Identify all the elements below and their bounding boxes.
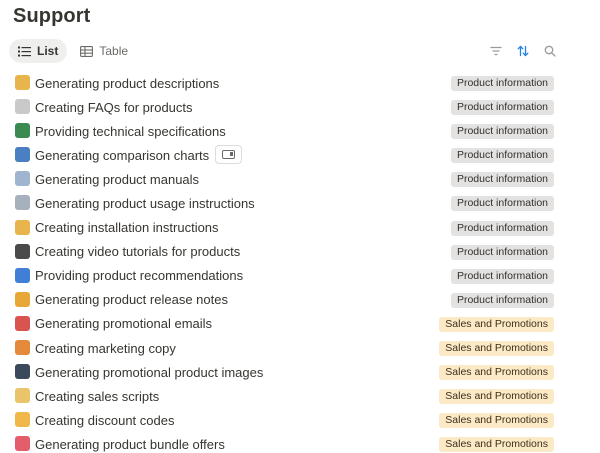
list-item[interactable]: Creating discount codes Sales and Promot… — [0, 408, 600, 432]
list-item[interactable]: Generating promotional product images Sa… — [0, 360, 600, 384]
outbox-tray-icon — [15, 315, 30, 331]
category-tag: Sales and Promotions — [439, 437, 554, 453]
list-item[interactable]: Creating video tutorials for products Pr… — [0, 240, 600, 264]
tab-list[interactable]: List — [9, 39, 68, 63]
camera-icon — [15, 364, 30, 380]
list-item[interactable]: Creating FAQs for products Product infor… — [0, 95, 600, 119]
item-title: Providing technical specifications — [35, 123, 226, 139]
page-icon — [15, 195, 30, 211]
list-item[interactable]: Generating promotional emails Sales and … — [0, 312, 600, 336]
label-tag-icon — [15, 412, 30, 428]
scroll-icon — [15, 388, 30, 404]
item-title: Providing product recommendations — [35, 268, 244, 284]
tab-list-label: List — [37, 44, 59, 58]
category-tag: Product information — [450, 100, 554, 116]
category-tag: Product information — [450, 172, 554, 188]
item-title: Generating product usage instructions — [35, 196, 255, 212]
list-item[interactable]: Creating installation instructions Produ… — [0, 216, 600, 240]
list-icon — [18, 46, 31, 57]
list-item[interactable]: Generating product usage instructions Pr… — [0, 191, 600, 215]
tab-table[interactable]: Table — [71, 39, 137, 63]
filter-icon[interactable] — [488, 43, 504, 59]
item-title: Creating discount codes — [35, 412, 175, 428]
category-tag: Sales and Promotions — [439, 341, 554, 357]
item-title: Generating product release notes — [35, 292, 228, 308]
category-tag: Sales and Promotions — [439, 389, 554, 405]
toolbar — [488, 43, 558, 59]
video-camera-icon — [15, 243, 30, 259]
numbers-icon — [15, 267, 30, 283]
item-title: Creating installation instructions — [35, 220, 219, 236]
category-tag: Sales and Promotions — [439, 413, 554, 429]
category-tag: Product information — [450, 244, 554, 260]
category-tag: Product information — [450, 220, 554, 236]
item-title: Generating promotional product images — [35, 364, 264, 380]
category-tag: Sales and Promotions — [439, 316, 554, 332]
list-item[interactable]: Creating sales scripts Sales and Promoti… — [0, 384, 600, 408]
open-page-icon — [222, 150, 235, 160]
bundle-icon — [15, 436, 30, 452]
category-tag: Product information — [450, 196, 554, 212]
pencil-icon — [15, 340, 30, 356]
category-tag: Sales and Promotions — [439, 365, 554, 381]
search-icon[interactable] — [542, 43, 558, 59]
bar-chart-icon — [15, 147, 30, 163]
category-tag: Product information — [450, 124, 554, 140]
item-title: Creating FAQs for products — [35, 99, 193, 115]
item-title: Generating product bundle offers — [35, 436, 225, 452]
category-tag: Product information — [450, 76, 554, 91]
sort-icon[interactable] — [515, 43, 531, 59]
list-item[interactable]: Generating comparison charts Product inf… — [0, 143, 600, 167]
memo-icon — [15, 75, 30, 90]
view-tabs: List Table — [9, 39, 137, 63]
document-icon — [15, 171, 30, 187]
page-title: Support — [13, 5, 91, 27]
category-tag: Product information — [450, 148, 554, 164]
item-title: Generating product manuals — [35, 171, 200, 187]
item-title: Creating video tutorials for products — [35, 244, 241, 260]
microchip-icon — [15, 123, 30, 139]
list-item[interactable]: Providing technical specifications Produ… — [0, 119, 600, 143]
list-item[interactable]: Generating product release notes Product… — [0, 288, 600, 312]
list-item[interactable]: Providing product recommendations Produc… — [0, 264, 600, 288]
tab-table-label: Table — [99, 44, 129, 58]
category-tag: Product information — [450, 268, 554, 284]
list-item[interactable]: Generating product manuals Product infor… — [0, 167, 600, 191]
item-title: Creating marketing copy — [35, 340, 176, 356]
question-mark-icon — [15, 99, 30, 115]
item-title: Generating comparison charts — [35, 147, 210, 163]
item-title: Generating promotional emails — [35, 316, 213, 332]
table-icon — [80, 45, 94, 57]
list-item[interactable]: Generating product descriptions Product … — [0, 71, 600, 95]
item-title: Generating product descriptions — [35, 75, 220, 91]
item-title: Creating sales scripts — [35, 388, 160, 404]
list-item[interactable]: Generating product bundle offers Sales a… — [0, 432, 600, 453]
open-as-page-button[interactable] — [215, 145, 242, 165]
memo-icon — [15, 219, 30, 235]
list-item[interactable]: Creating marketing copy Sales and Promot… — [0, 336, 600, 360]
notebook-icon — [15, 291, 30, 307]
category-tag: Product information — [450, 292, 554, 308]
item-list: Generating product descriptions Product … — [0, 71, 600, 453]
